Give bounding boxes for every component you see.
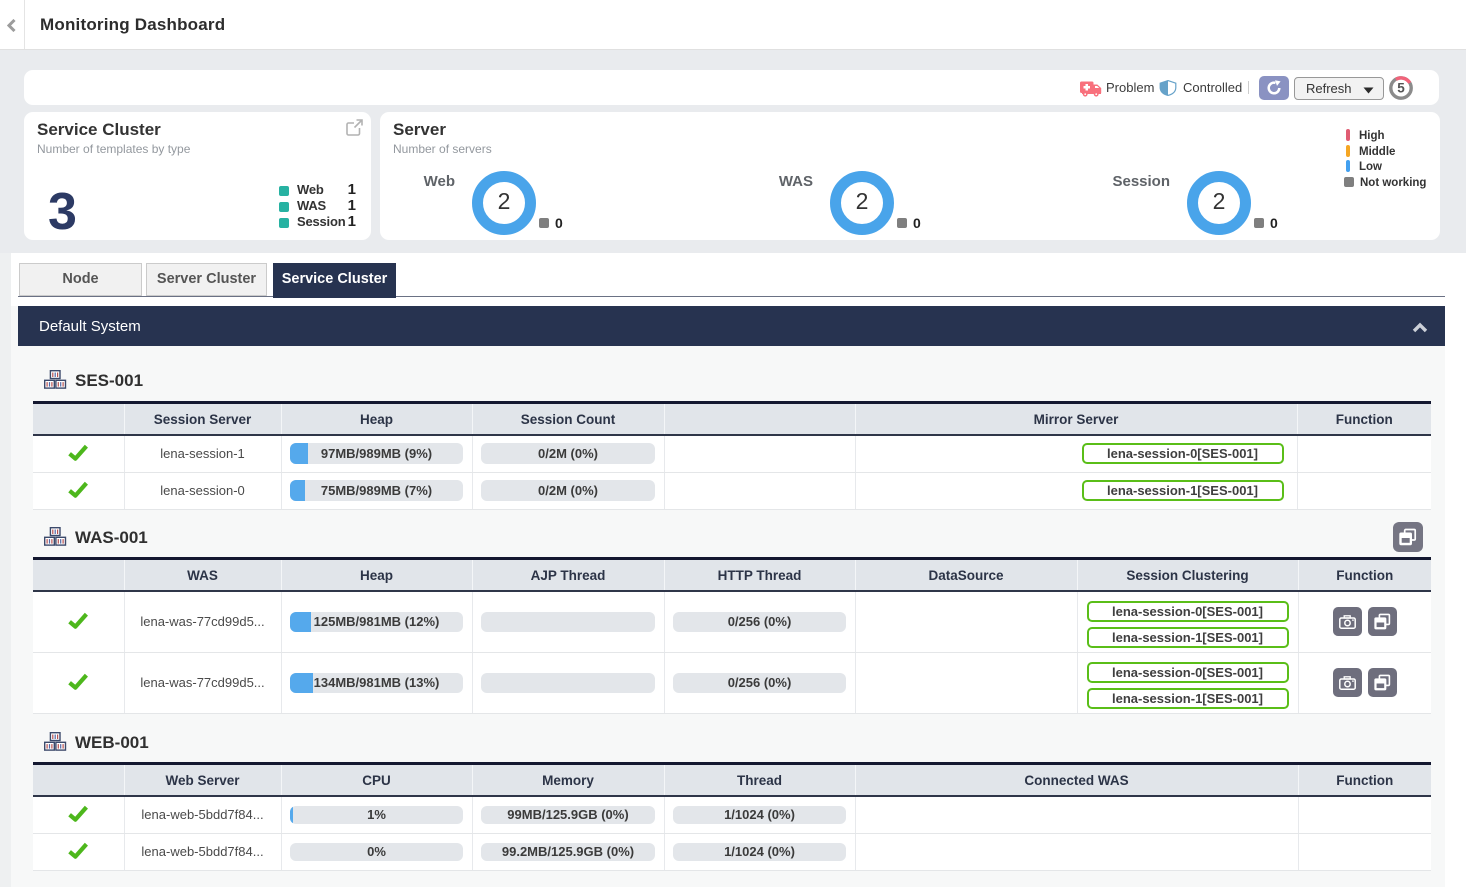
svg-text:5: 5 [1397, 81, 1405, 96]
